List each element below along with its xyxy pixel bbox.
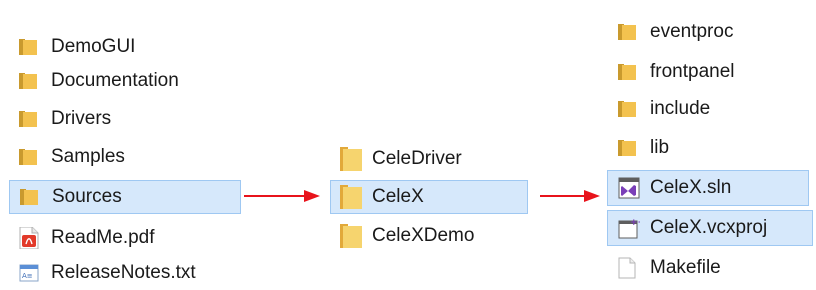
folder-icon (340, 185, 362, 209)
list-item-label: include (650, 98, 711, 119)
svg-text:++: ++ (630, 218, 640, 228)
list-item-lib[interactable]: lib (618, 131, 808, 165)
list-item-label: Documentation (51, 70, 179, 91)
vcxproj-file-icon: ++ (618, 217, 645, 239)
folder-icon (340, 147, 362, 171)
folder-icon (618, 140, 636, 156)
list-item-documentation[interactable]: Documentation (19, 64, 239, 98)
list-item-celex-sln[interactable]: CeleX.sln (607, 170, 809, 206)
folder-icon (618, 64, 636, 80)
folder-icon (19, 73, 37, 89)
list-item-celedriver[interactable]: CeleDriver (340, 142, 520, 176)
list-item-frontpanel[interactable]: frontpanel (618, 55, 808, 89)
list-item-label: Makefile (650, 257, 721, 278)
list-item-releasenotes-txt[interactable]: A≡ ReleaseNotes.txt (19, 256, 259, 290)
folder-icon (340, 224, 362, 248)
list-item-label: CeleX.sln (650, 177, 732, 198)
folder-icon (618, 24, 636, 40)
list-item-celex[interactable]: CeleX (330, 180, 528, 214)
list-item-label: eventproc (650, 21, 734, 42)
folder-icon (19, 111, 37, 127)
list-item-sources[interactable]: Sources (9, 180, 241, 214)
list-item-label: Samples (51, 146, 125, 167)
list-item-label: lib (650, 137, 670, 158)
list-item-label: CeleXDemo (372, 225, 475, 246)
list-item-readme-pdf[interactable]: ReadMe.pdf (19, 221, 239, 255)
pdf-file-icon (19, 226, 39, 250)
list-item-demogui[interactable]: DemoGUI (19, 30, 239, 64)
list-item-label: ReleaseNotes.txt (51, 262, 196, 283)
blank-file-icon (618, 257, 636, 279)
list-item-label: CeleX.vcxproj (650, 217, 768, 238)
list-item-label: CeleX (372, 186, 424, 207)
visual-studio-solution-icon (618, 177, 640, 199)
list-item-label: ReadMe.pdf (51, 227, 155, 248)
list-item-celex-vcxproj[interactable]: ++ CeleX.vcxproj (607, 210, 813, 246)
list-item-eventproc[interactable]: eventproc (618, 15, 808, 49)
list-item-label: DemoGUI (51, 36, 136, 57)
list-item-label: Sources (52, 186, 122, 207)
list-item-drivers[interactable]: Drivers (19, 102, 239, 136)
folder-icon (19, 39, 37, 55)
arrow-right-icon (244, 190, 320, 202)
list-item-celexdemo[interactable]: CeleXDemo (340, 219, 520, 253)
list-item-makefile[interactable]: Makefile (618, 251, 808, 285)
folder-icon (20, 189, 38, 205)
arrow-right-icon (540, 190, 600, 202)
list-item-samples[interactable]: Samples (19, 140, 239, 174)
list-item-label: CeleDriver (372, 148, 462, 169)
folder-icon (19, 149, 37, 165)
list-item-label: Drivers (51, 108, 112, 129)
svg-text:A≡: A≡ (22, 272, 33, 280)
text-file-icon: A≡ (19, 263, 39, 283)
folder-icon (618, 101, 636, 117)
list-item-label: frontpanel (650, 61, 735, 82)
list-item-include[interactable]: include (618, 92, 808, 126)
